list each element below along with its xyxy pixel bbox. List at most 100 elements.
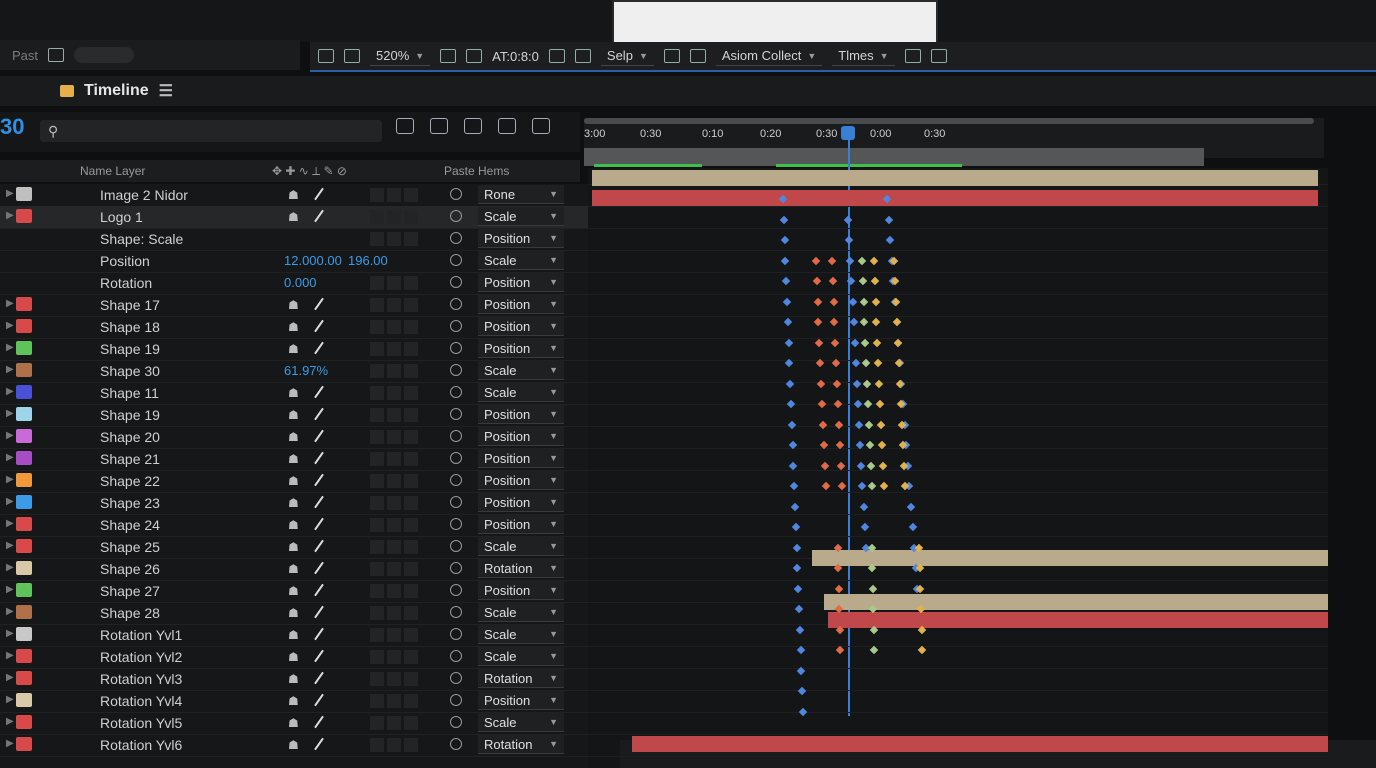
layer-row[interactable]: ▶ Shape 22 ☗ Position ▼ [0,470,600,493]
layer-row[interactable]: Shape: Scale Position ▼ [0,228,600,251]
property-value[interactable]: 12.000.00 [284,253,342,268]
shy-icon[interactable]: ☗ [288,496,299,510]
shy-icon[interactable]: ☗ [288,606,299,620]
parent-dropdown[interactable]: Position ▼ [478,471,564,490]
pen-icon[interactable] [314,473,324,487]
color-picker-icon[interactable] [574,49,591,63]
pick-whip-icon[interactable] [450,738,462,750]
col-name-header[interactable]: Name Layer [80,164,145,178]
pick-whip-icon[interactable] [450,232,462,244]
layer-row[interactable]: ▶ Shape 30 61.97% Scale ▼ [0,360,600,383]
switches-icon[interactable]: ✥ ✚ ∿ ⟂ ✎ ⊘ [272,164,347,179]
layer-row[interactable]: ▶ Shape 17 ☗ Position ▼ [0,294,600,317]
zoom-navigator[interactable] [584,118,1314,124]
shy-icon[interactable]: ☗ [288,672,299,686]
current-time[interactable]: 30 [0,114,24,140]
switch-boxes[interactable] [370,342,418,356]
layer-name[interactable]: Shape 20 [100,429,160,445]
pick-whip-icon[interactable] [450,628,462,640]
layer-name[interactable]: Image 2 Nidor [100,187,188,203]
camera-icon[interactable] [548,49,565,63]
pen-icon[interactable] [314,693,324,707]
layer-name[interactable]: Position [100,253,150,269]
pen-icon[interactable] [314,671,324,685]
switch-boxes[interactable] [370,430,418,444]
parent-dropdown[interactable]: Scale ▼ [478,251,564,270]
twirl-icon[interactable]: ▶ [6,738,14,749]
layer-row[interactable]: ▶ Shape 23 ☗ Position ▼ [0,492,600,515]
layers-icon[interactable] [930,49,947,63]
label-color-swatch[interactable] [16,429,32,443]
twirl-icon[interactable]: ▶ [6,342,14,353]
parent-dropdown[interactable]: Position ▼ [478,273,564,292]
twirl-icon[interactable]: ▶ [6,188,14,199]
layer-name[interactable]: Rotation Yvl6 [100,737,182,753]
layer-row[interactable]: ▶ Logo 1 ☗ Scale ▼ [0,206,600,229]
pen-icon[interactable] [314,495,324,509]
pen-icon[interactable] [314,341,324,355]
layer-duration-bar[interactable] [592,170,1318,186]
composition-preview[interactable] [612,0,938,44]
pick-whip-icon[interactable] [450,672,462,684]
layer-name[interactable]: Shape 30 [100,363,160,379]
pick-whip-icon[interactable] [450,342,462,354]
shy-icon[interactable]: ☗ [288,474,299,488]
twirl-icon[interactable]: ▶ [6,540,14,551]
pick-whip-icon[interactable] [450,298,462,310]
snapshot-icon[interactable] [318,49,334,63]
label-color-swatch[interactable] [16,209,32,223]
shy-icon[interactable]: ☗ [288,298,299,312]
shy-icon[interactable]: ☗ [288,210,299,224]
label-color-swatch[interactable] [16,649,32,663]
property-value[interactable]: 61.97% [284,363,328,378]
fit-icon[interactable] [440,49,457,63]
label-color-swatch[interactable] [16,473,32,487]
grid-icon[interactable] [663,49,680,63]
layer-row[interactable]: ▶ Rotation Yvl6 ☗ Rotation ▼ [0,734,600,757]
pick-whip-icon[interactable] [450,694,462,706]
pick-whip-icon[interactable] [450,320,462,332]
layer-name[interactable]: Shape 26 [100,561,160,577]
label-color-swatch[interactable] [16,495,32,509]
switch-boxes[interactable] [370,210,418,224]
layer-name[interactable]: Rotation Yvl2 [100,649,182,665]
layer-duration-bar[interactable] [812,550,1328,566]
layer-row[interactable]: Rotation 0.000 Position ▼ [0,272,600,295]
twirl-icon[interactable]: ▶ [6,298,14,309]
menu-icon[interactable]: ☰ [159,81,173,101]
layer-name[interactable]: Shape: Scale [100,231,183,247]
twirl-icon[interactable]: ▶ [6,606,14,617]
layer-name[interactable]: Shape 19 [100,407,160,423]
pen-icon[interactable] [314,715,324,729]
label-color-swatch[interactable] [16,407,32,421]
layer-row[interactable]: ▶ Shape 20 ☗ Position ▼ [0,426,600,449]
layer-row[interactable]: ▶ Shape 19 ☗ Position ▼ [0,338,600,361]
mode-dropdown[interactable]: Selp ▼ [600,46,654,66]
label-color-swatch[interactable] [16,583,32,597]
layer-name[interactable]: Shape 18 [100,319,160,335]
pick-whip-icon[interactable] [450,518,462,530]
parent-dropdown[interactable]: Position ▼ [478,427,564,446]
pick-whip-icon[interactable] [450,562,462,574]
pen-icon[interactable] [314,385,324,399]
label-color-swatch[interactable] [16,187,32,201]
label-color-swatch[interactable] [16,715,32,729]
pick-whip-icon[interactable] [450,408,462,420]
shy-icon[interactable]: ☗ [288,540,299,554]
parent-dropdown[interactable]: Scale ▼ [478,207,564,226]
pen-icon[interactable] [314,319,324,333]
twirl-icon[interactable]: ▶ [6,562,14,573]
twirl-icon[interactable]: ▶ [6,584,14,595]
pen-icon[interactable] [314,517,324,531]
twirl-icon[interactable]: ▶ [6,364,14,375]
parent-dropdown[interactable]: Scale ▼ [478,713,564,732]
label-color-swatch[interactable] [16,539,32,553]
parent-dropdown[interactable]: Scale ▼ [478,537,564,556]
layer-row[interactable]: ▶ Shape 27 ☗ Position ▼ [0,580,600,603]
twirl-icon[interactable]: ▶ [6,672,14,683]
guides-icon[interactable] [689,49,706,63]
switch-boxes[interactable] [370,386,418,400]
layer-name[interactable]: Shape 22 [100,473,160,489]
shy-icon[interactable]: ☗ [288,584,299,598]
layer-row[interactable]: ▶ Shape 25 ☗ Scale ▼ [0,536,600,559]
